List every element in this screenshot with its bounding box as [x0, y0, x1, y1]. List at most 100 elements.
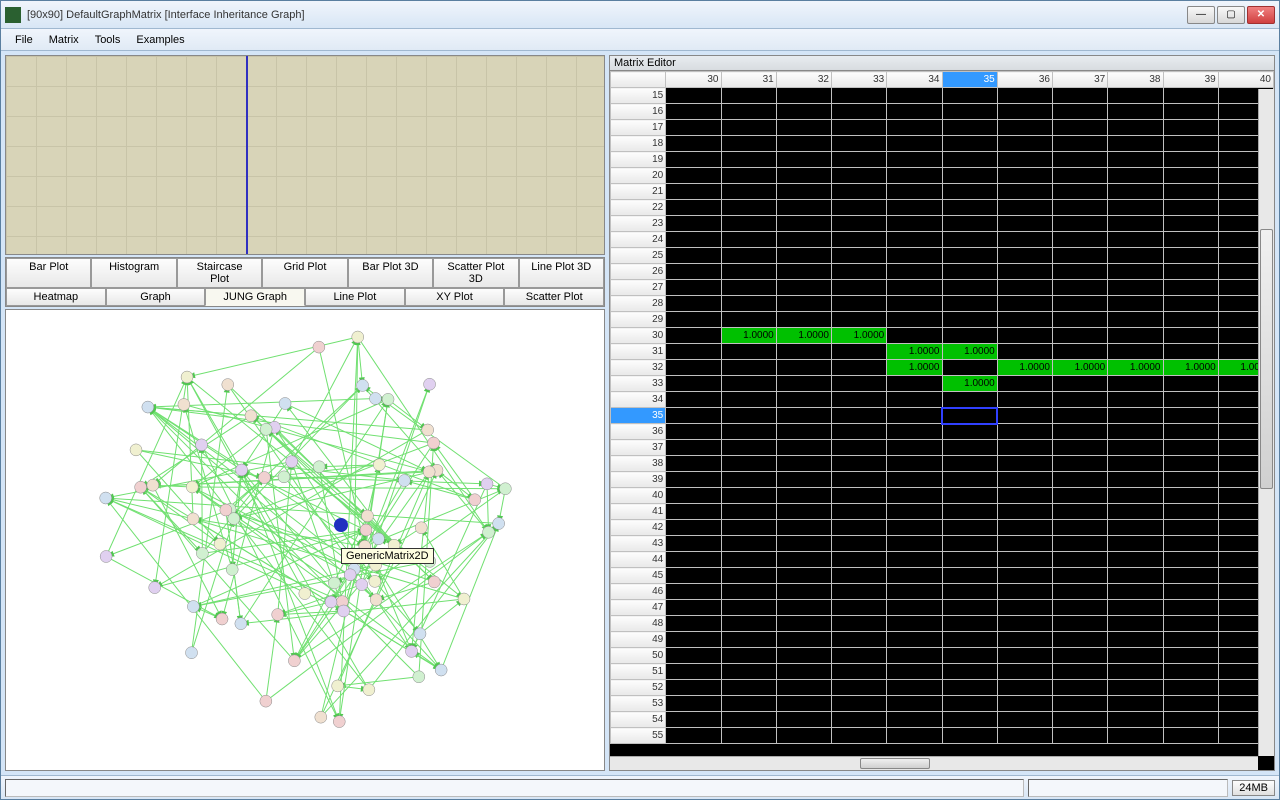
cell-42-34[interactable]	[887, 520, 942, 536]
cell-28-30[interactable]	[666, 296, 721, 312]
tab-xy-plot[interactable]: XY Plot	[405, 288, 505, 306]
cell-30-37[interactable]	[1053, 328, 1108, 344]
minimize-button[interactable]: —	[1187, 6, 1215, 24]
cell-32-32[interactable]	[776, 360, 831, 376]
cell-33-35[interactable]: 1.0000	[942, 376, 997, 392]
cell-26-36[interactable]	[997, 264, 1052, 280]
cell-38-30[interactable]	[666, 456, 721, 472]
cell-48-30[interactable]	[666, 616, 721, 632]
tab-staircase-plot[interactable]: Staircase Plot	[177, 258, 262, 288]
row-header-19[interactable]: 19	[611, 152, 666, 168]
cell-30-38[interactable]	[1108, 328, 1163, 344]
cell-54-35[interactable]	[942, 712, 997, 728]
col-header-32[interactable]: 32	[776, 72, 831, 88]
cell-35-38[interactable]	[1108, 408, 1163, 424]
cell-49-36[interactable]	[997, 632, 1052, 648]
cell-40-35[interactable]	[942, 488, 997, 504]
cell-25-38[interactable]	[1108, 248, 1163, 264]
cell-18-39[interactable]	[1163, 136, 1218, 152]
row-header-15[interactable]: 15	[611, 88, 666, 104]
cell-33-31[interactable]	[721, 376, 776, 392]
cell-18-35[interactable]	[942, 136, 997, 152]
cell-46-35[interactable]	[942, 584, 997, 600]
cell-36-39[interactable]	[1163, 424, 1218, 440]
cell-28-31[interactable]	[721, 296, 776, 312]
cell-45-35[interactable]	[942, 568, 997, 584]
cell-23-36[interactable]	[997, 216, 1052, 232]
matrix-scrollbar-horizontal[interactable]	[610, 756, 1258, 770]
cell-41-32[interactable]	[776, 504, 831, 520]
cell-55-38[interactable]	[1108, 728, 1163, 744]
cell-16-32[interactable]	[776, 104, 831, 120]
cell-24-39[interactable]	[1163, 232, 1218, 248]
tab-scatter-plot-3d[interactable]: Scatter Plot 3D	[433, 258, 518, 288]
cell-21-31[interactable]	[721, 184, 776, 200]
cell-19-39[interactable]	[1163, 152, 1218, 168]
cell-42-30[interactable]	[666, 520, 721, 536]
cell-28-38[interactable]	[1108, 296, 1163, 312]
tab-histogram[interactable]: Histogram	[91, 258, 176, 288]
row-header-34[interactable]: 34	[611, 392, 666, 408]
cell-41-35[interactable]	[942, 504, 997, 520]
cell-33-38[interactable]	[1108, 376, 1163, 392]
cell-31-33[interactable]	[832, 344, 887, 360]
cell-46-39[interactable]	[1163, 584, 1218, 600]
cell-44-37[interactable]	[1053, 552, 1108, 568]
cell-29-38[interactable]	[1108, 312, 1163, 328]
cell-40-39[interactable]	[1163, 488, 1218, 504]
cell-54-39[interactable]	[1163, 712, 1218, 728]
cell-51-31[interactable]	[721, 664, 776, 680]
cell-26-33[interactable]	[832, 264, 887, 280]
cell-54-36[interactable]	[997, 712, 1052, 728]
cell-33-30[interactable]	[666, 376, 721, 392]
cell-25-36[interactable]	[997, 248, 1052, 264]
row-header-52[interactable]: 52	[611, 680, 666, 696]
cell-49-35[interactable]	[942, 632, 997, 648]
cell-50-33[interactable]	[832, 648, 887, 664]
cell-35-39[interactable]	[1163, 408, 1218, 424]
cell-22-33[interactable]	[832, 200, 887, 216]
memory-indicator[interactable]: 24MB	[1232, 780, 1275, 796]
row-header-41[interactable]: 41	[611, 504, 666, 520]
cell-23-33[interactable]	[832, 216, 887, 232]
row-header-39[interactable]: 39	[611, 472, 666, 488]
cell-52-31[interactable]	[721, 680, 776, 696]
col-header-39[interactable]: 39	[1163, 72, 1218, 88]
cell-35-33[interactable]	[832, 408, 887, 424]
cell-44-32[interactable]	[776, 552, 831, 568]
col-header-37[interactable]: 37	[1053, 72, 1108, 88]
cell-50-37[interactable]	[1053, 648, 1108, 664]
cell-30-32[interactable]: 1.0000	[776, 328, 831, 344]
cell-39-35[interactable]	[942, 472, 997, 488]
cell-53-39[interactable]	[1163, 696, 1218, 712]
cell-20-33[interactable]	[832, 168, 887, 184]
tab-graph[interactable]: Graph	[106, 288, 206, 306]
cell-16-34[interactable]	[887, 104, 942, 120]
cell-36-34[interactable]	[887, 424, 942, 440]
cell-29-35[interactable]	[942, 312, 997, 328]
cell-42-33[interactable]	[832, 520, 887, 536]
cell-42-32[interactable]	[776, 520, 831, 536]
cell-47-39[interactable]	[1163, 600, 1218, 616]
cell-55-31[interactable]	[721, 728, 776, 744]
cell-30-39[interactable]	[1163, 328, 1218, 344]
col-header-40[interactable]: 40	[1218, 72, 1273, 88]
cell-29-31[interactable]	[721, 312, 776, 328]
cell-41-31[interactable]	[721, 504, 776, 520]
cell-55-35[interactable]	[942, 728, 997, 744]
cell-53-34[interactable]	[887, 696, 942, 712]
cell-43-33[interactable]	[832, 536, 887, 552]
cell-20-37[interactable]	[1053, 168, 1108, 184]
scrollbar-thumb-v[interactable]	[1260, 229, 1273, 489]
cell-38-31[interactable]	[721, 456, 776, 472]
cell-43-35[interactable]	[942, 536, 997, 552]
cell-44-30[interactable]	[666, 552, 721, 568]
cell-53-38[interactable]	[1108, 696, 1163, 712]
cell-38-36[interactable]	[997, 456, 1052, 472]
cell-50-39[interactable]	[1163, 648, 1218, 664]
cell-35-30[interactable]	[666, 408, 721, 424]
cell-27-34[interactable]	[887, 280, 942, 296]
cell-19-34[interactable]	[887, 152, 942, 168]
cell-29-34[interactable]	[887, 312, 942, 328]
row-header-22[interactable]: 22	[611, 200, 666, 216]
